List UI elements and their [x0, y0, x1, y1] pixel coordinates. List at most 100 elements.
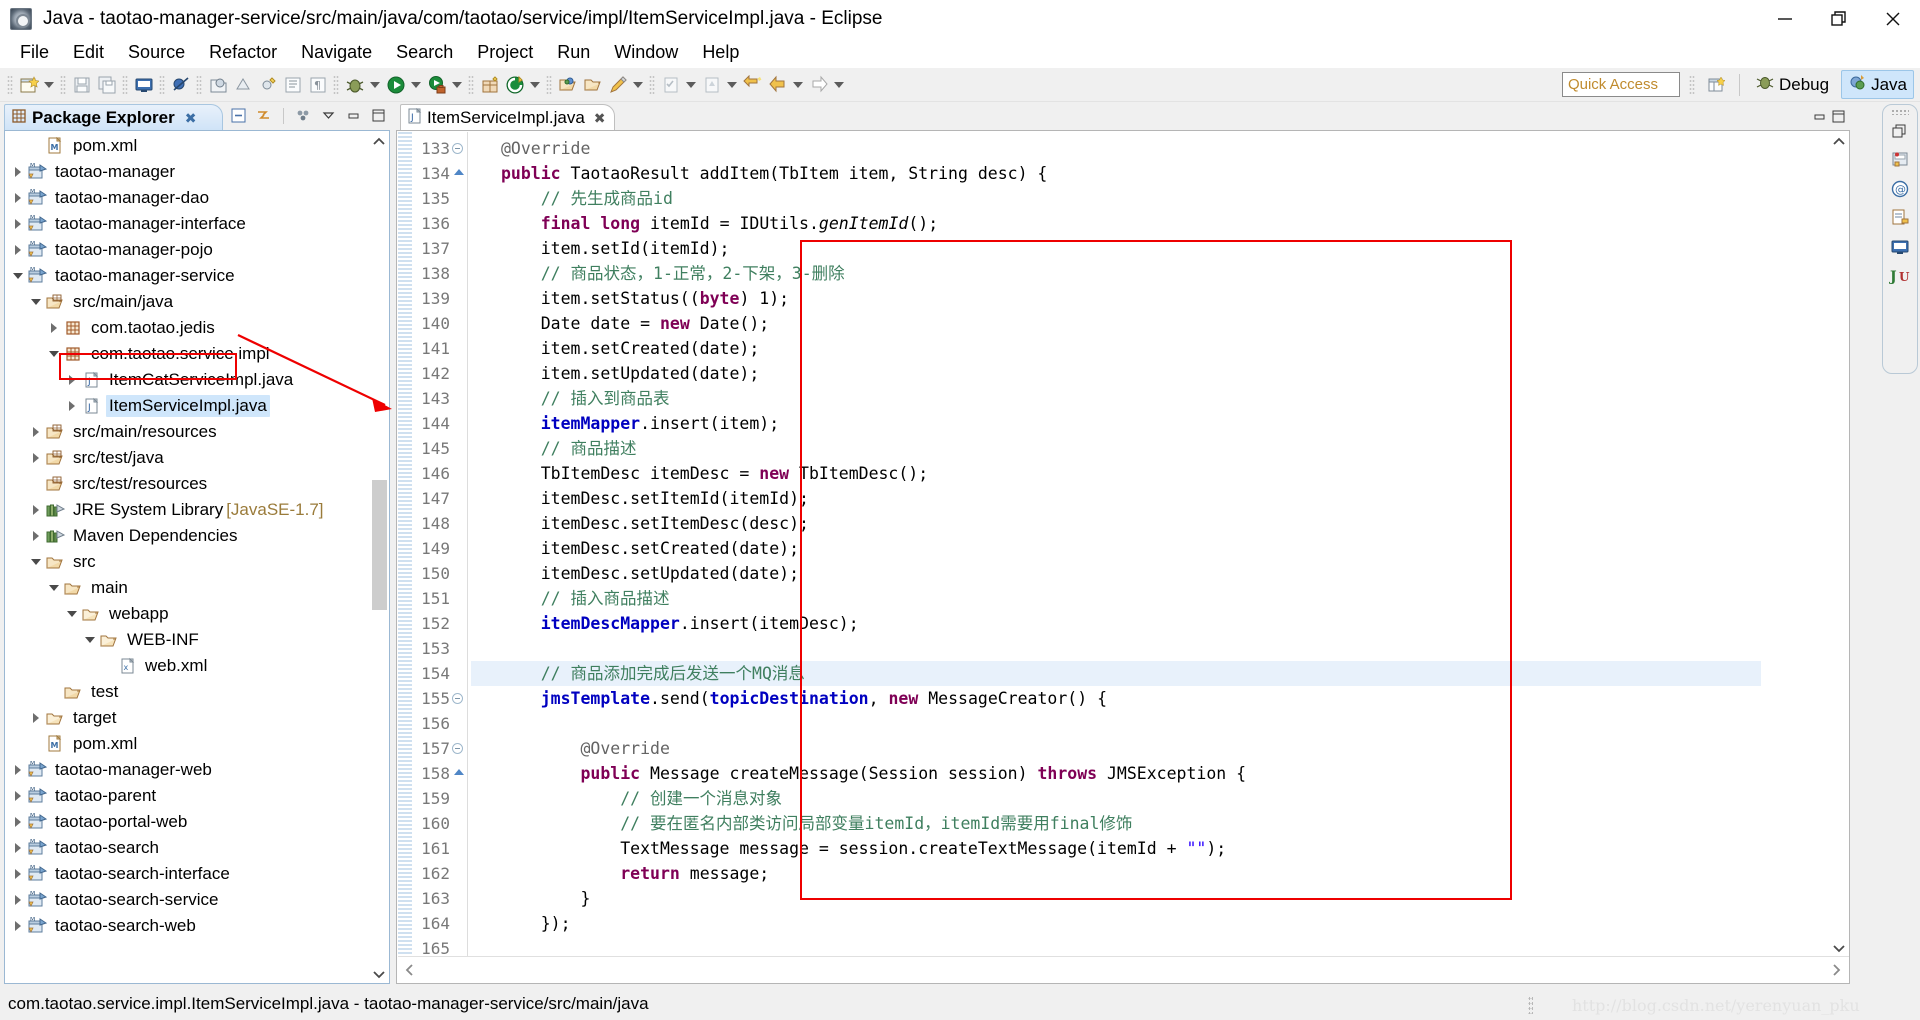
close-icon[interactable]: ✖: [594, 110, 606, 127]
close-icon[interactable]: ✖: [185, 110, 197, 127]
chevron-right-icon[interactable]: [27, 497, 45, 523]
tree-item[interactable]: src/main/java: [5, 289, 371, 315]
previous-annotation-icon[interactable]: [699, 72, 724, 97]
skip-breakpoints-icon[interactable]: [168, 72, 193, 97]
chevron-down-icon[interactable]: [45, 341, 63, 367]
chevron-down-icon[interactable]: [9, 263, 27, 289]
next-annotation-dropdown[interactable]: [683, 72, 699, 97]
fold-collapse-icon[interactable]: [452, 693, 463, 704]
tree-item[interactable]: src/test/java: [5, 445, 371, 471]
menu-navigate[interactable]: Navigate: [289, 40, 384, 65]
editor-vertical-scrollbar[interactable]: [1830, 132, 1848, 958]
chevron-right-icon[interactable]: [27, 445, 45, 471]
save-all-icon[interactable]: [94, 72, 119, 97]
chevron-right-icon[interactable]: [9, 783, 27, 809]
tree-item[interactable]: src: [5, 549, 371, 575]
maven-dropdown[interactable]: [527, 72, 543, 97]
menu-run[interactable]: Run: [545, 40, 602, 65]
tree-item[interactable]: target: [5, 705, 371, 731]
chevron-right-icon[interactable]: [9, 757, 27, 783]
code-line[interactable]: // 商品描述: [471, 436, 1761, 461]
maven-icon[interactable]: [502, 72, 527, 97]
toolbar-grip[interactable]: [122, 74, 128, 95]
forward-dropdown[interactable]: [831, 72, 847, 97]
menu-help[interactable]: Help: [690, 40, 751, 65]
code-line[interactable]: @Override: [471, 136, 1761, 161]
menu-edit[interactable]: Edit: [61, 40, 116, 65]
code-line[interactable]: TbItemDesc itemDesc = new TbItemDesc();: [471, 461, 1761, 486]
open-type-icon[interactable]: [280, 72, 305, 97]
chevron-right-icon[interactable]: [45, 315, 63, 341]
code-line[interactable]: item.setStatus((byte) 1);: [471, 286, 1761, 311]
menu-window[interactable]: Window: [602, 40, 690, 65]
forward-icon[interactable]: [806, 72, 831, 97]
chevron-right-icon[interactable]: [9, 887, 27, 913]
code-line[interactable]: [471, 636, 1761, 661]
code-line[interactable]: TextMessage message = session.createText…: [471, 836, 1761, 861]
new-wizard-icon[interactable]: [16, 72, 41, 97]
maximize-icon[interactable]: [369, 106, 388, 125]
new-package-icon[interactable]: [230, 72, 255, 97]
project-tree[interactable]: Mpom.xml Mtaotao-manager Mtaotao-manager-d…: [5, 131, 371, 939]
code-line[interactable]: itemDescMapper.insert(itemDesc);: [471, 611, 1761, 636]
code-line[interactable]: // 插入商品描述: [471, 586, 1761, 611]
tab-package-explorer[interactable]: Package Explorer ✖: [4, 104, 224, 131]
fold-collapse-icon[interactable]: [452, 143, 463, 154]
menu-file[interactable]: File: [8, 40, 61, 65]
properties-icon[interactable]: [1887, 205, 1913, 231]
new-wizard-dropdown[interactable]: [41, 72, 57, 97]
menu-search[interactable]: Search: [384, 40, 465, 65]
chevron-right-icon[interactable]: [9, 809, 27, 835]
code-line[interactable]: @Override: [471, 736, 1761, 761]
next-annotation-icon[interactable]: [658, 72, 683, 97]
scroll-down-arrow[interactable]: [1830, 938, 1848, 958]
new-package-gift-icon[interactable]: [477, 72, 502, 97]
restore-icon[interactable]: [1812, 0, 1866, 37]
run-dropdown[interactable]: [408, 72, 424, 97]
tree-item[interactable]: Mtaotao-search-interface: [5, 861, 371, 887]
tab-itemserviceimpl[interactable]: J ItemServiceImpl.java ✖: [400, 104, 615, 131]
code-line[interactable]: jmsTemplate.send(topicDestination, new M…: [471, 686, 1761, 711]
code-line[interactable]: itemDesc.setUpdated(date);: [471, 561, 1761, 586]
chevron-right-icon[interactable]: [9, 211, 27, 237]
menu-refactor[interactable]: Refactor: [197, 40, 289, 65]
code-line[interactable]: public TaotaoResult addItem(TbItem item,…: [471, 161, 1761, 186]
scroll-right-arrow[interactable]: [1824, 963, 1848, 977]
new-java-project-icon[interactable]: [205, 72, 230, 97]
servers-icon[interactable]: [1887, 147, 1913, 173]
chevron-right-icon[interactable]: [9, 835, 27, 861]
code-line[interactable]: item.setCreated(date);: [471, 336, 1761, 361]
console-icon[interactable]: [1887, 234, 1913, 260]
menu-source[interactable]: Source: [116, 40, 197, 65]
tree-item[interactable]: test: [5, 679, 371, 705]
code-line[interactable]: // 先生成商品id: [471, 186, 1761, 211]
code-line[interactable]: });: [471, 911, 1761, 936]
tree-item[interactable]: Mtaotao-parent: [5, 783, 371, 809]
tree-item[interactable]: com.taotao.jedis: [5, 315, 371, 341]
code-line[interactable]: public Message createMessage(Session ses…: [471, 761, 1761, 786]
tree-item-selected[interactable]: J ItemServiceImpl.java: [5, 393, 371, 419]
debug-icon[interactable]: [342, 72, 367, 97]
chevron-down-icon[interactable]: [81, 627, 99, 653]
tree-item[interactable]: J ItemCatServiceImpl.java: [5, 367, 371, 393]
code-line[interactable]: item.setUpdated(date);: [471, 361, 1761, 386]
run-icon[interactable]: [383, 72, 408, 97]
chevron-right-icon[interactable]: [27, 419, 45, 445]
toolbar-grip[interactable]: [546, 74, 552, 95]
code-line[interactable]: // 插入到商品表: [471, 386, 1761, 411]
tree-item[interactable]: Mtaotao-portal-web: [5, 809, 371, 835]
back-dropdown[interactable]: [790, 72, 806, 97]
open-task-icon[interactable]: [555, 72, 580, 97]
link-with-editor-icon[interactable]: [254, 106, 273, 125]
chevron-down-icon[interactable]: [27, 549, 45, 575]
tree-item[interactable]: Mtaotao-manager-service: [5, 263, 371, 289]
chevron-right-icon[interactable]: [27, 705, 45, 731]
code-text-area[interactable]: @Override public TaotaoResult addItem(TbI…: [471, 132, 1761, 958]
package-explorer-scrollbar[interactable]: [370, 132, 388, 983]
chevron-right-icon[interactable]: [9, 159, 27, 185]
junit-icon[interactable]: JU: [1887, 263, 1913, 289]
code-line[interactable]: [471, 936, 1761, 958]
toolbar-grip[interactable]: [159, 74, 165, 95]
annotation-ruler[interactable]: [398, 132, 412, 958]
open-folder-icon[interactable]: [580, 72, 605, 97]
